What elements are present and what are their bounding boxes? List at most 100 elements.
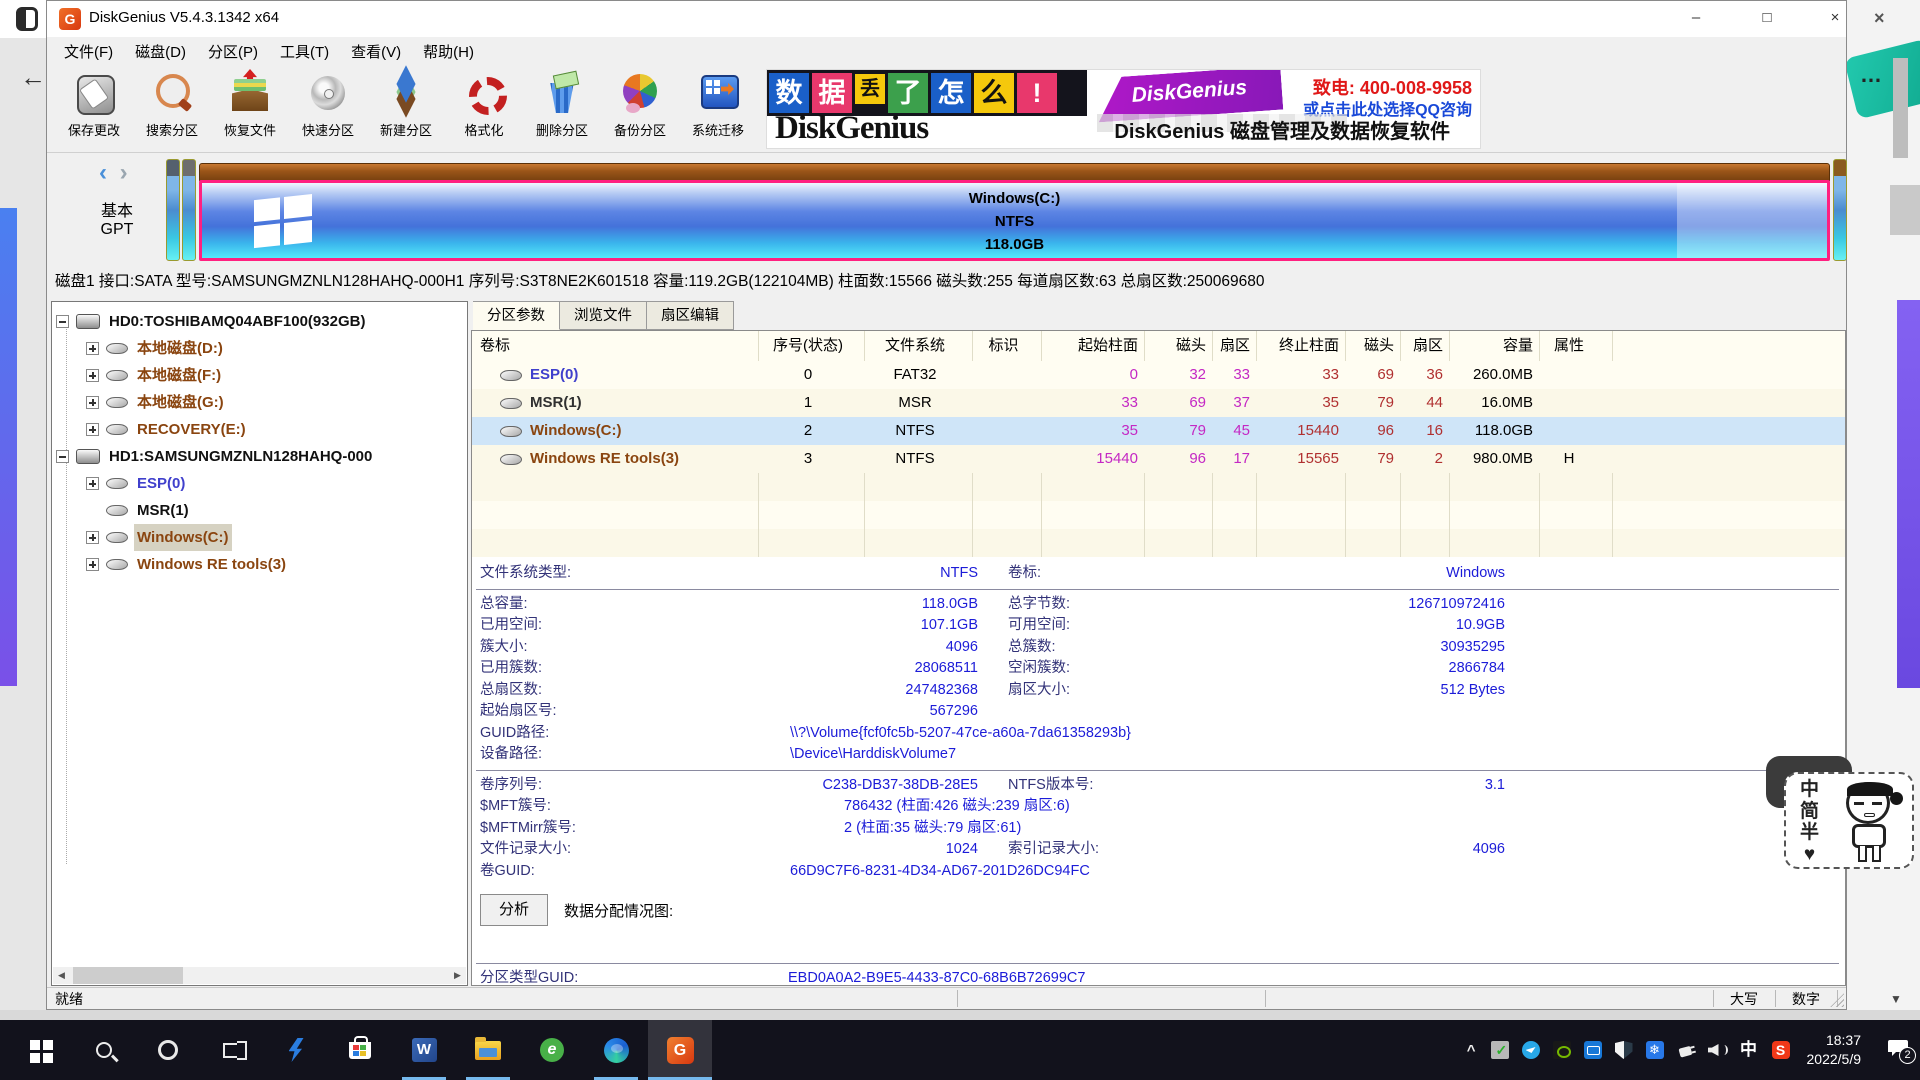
tab-browse-files[interactable]: 浏览文件 (560, 301, 647, 330)
tree-expander-icon[interactable] (86, 477, 99, 490)
tree-expander-icon[interactable] (86, 423, 99, 436)
hidden-icons-chevron[interactable]: ^ (1467, 1042, 1476, 1059)
tree-expander-icon[interactable] (86, 342, 99, 355)
delete-partition-button[interactable]: 删除分区 (523, 67, 601, 151)
system-migration-button[interactable]: 系统迁移 (679, 67, 757, 151)
menu-view[interactable]: 查看(V) (340, 39, 412, 64)
task-view-button[interactable] (200, 1020, 264, 1080)
backup-partition-button[interactable]: 备份分区 (601, 67, 679, 151)
col-capacity[interactable]: 容量 (1449, 331, 1533, 361)
background-ellipsis-icon[interactable]: … (1860, 62, 1882, 88)
ime-language-tray-icon[interactable]: 中 (1739, 1041, 1759, 1059)
col-start-cylinder[interactable]: 起始柱面 (1041, 331, 1138, 361)
taskbar-flash-app[interactable] (264, 1020, 328, 1080)
next-disk-icon[interactable]: › (120, 159, 128, 186)
maximize-button[interactable]: □ (1750, 5, 1784, 31)
partition-row-windows-re[interactable]: Windows RE tools(3) 3 NTFS 15440 96 17 1… (472, 445, 1845, 473)
partition-row-msr[interactable]: MSR(1) 1 MSR 33 69 37 35 79 44 (472, 389, 1845, 417)
tree-expander-icon[interactable] (56, 315, 69, 328)
tree-expander-icon[interactable] (86, 396, 99, 409)
col-end-cylinder[interactable]: 终止柱面 (1256, 331, 1339, 361)
back-arrow-icon[interactable]: ← (20, 62, 46, 93)
tree-item-hd0[interactable]: HD0:TOSHIBAMQ04ABF100(932GB) (52, 308, 467, 335)
esp-partition-strip[interactable] (166, 159, 180, 261)
taskbar-search-button[interactable] (72, 1020, 136, 1080)
menu-partition[interactable]: 分区(P) (197, 39, 269, 64)
green-browser-button[interactable] (520, 1020, 584, 1080)
disk-header-bar[interactable] (199, 163, 1830, 181)
update-ok-tray-icon[interactable] (1491, 1041, 1509, 1059)
action-center-icon[interactable]: 2 (1888, 1040, 1910, 1060)
tree-item-local-d[interactable]: 本地磁盘(D:) (52, 335, 467, 362)
background-dropdown-icon[interactable]: ▼ (1890, 992, 1902, 1006)
windows-re-partition-strip[interactable] (1833, 159, 1847, 261)
new-partition-button[interactable]: 新建分区 (367, 67, 445, 151)
tree-item-local-g[interactable]: 本地磁盘(G:) (52, 389, 467, 416)
tree-item-hd1[interactable]: HD1:SAMSUNGMZNLN128HAHQ-000 (52, 443, 467, 470)
resize-grip[interactable] (1830, 993, 1844, 1007)
titlebar[interactable]: G DiskGenius V5.4.3.1342 x64 – □ × (47, 1, 1846, 37)
search-partition-button[interactable]: 搜索分区 (133, 67, 211, 151)
tab-partition-params[interactable]: 分区参数 (473, 301, 560, 330)
col-end-head[interactable]: 磁头 (1345, 331, 1394, 361)
col-start-sector[interactable]: 扇区 (1212, 331, 1250, 361)
col-identifier[interactable]: 标识 (972, 331, 1035, 361)
quick-partition-button[interactable]: 快速分区 (289, 67, 367, 151)
menu-file[interactable]: 文件(F) (53, 39, 124, 64)
col-start-head[interactable]: 磁头 (1144, 331, 1206, 361)
col-volume-label[interactable]: 卷标 (480, 331, 510, 361)
tree-item-recovery-e[interactable]: RECOVERY(E:) (52, 416, 467, 443)
prev-disk-icon[interactable]: ‹ (99, 159, 107, 186)
defender-tray-icon[interactable] (1615, 1041, 1633, 1059)
nvidia-tray-icon[interactable] (1553, 1041, 1571, 1059)
volume-tray-icon[interactable] (1708, 1041, 1726, 1059)
tree-expander-icon[interactable] (86, 531, 99, 544)
snowflake-tray-icon[interactable] (1646, 1041, 1664, 1059)
disk-nav-arrows[interactable]: ‹ › (99, 159, 128, 187)
save-changes-button[interactable]: 保存更改 (55, 67, 133, 151)
ad-banner[interactable]: 数 据 丢 了 怎 么 ! DiskGenius DiskGenius (766, 69, 1481, 149)
recover-files-button[interactable]: 恢复文件 (211, 67, 289, 151)
scroll-right-icon[interactable]: ▶ (449, 967, 466, 984)
col-end-sector[interactable]: 扇区 (1400, 331, 1443, 361)
diskgenius-taskbar-button[interactable] (648, 1020, 712, 1080)
intel-graphics-tray-icon[interactable] (1584, 1041, 1602, 1059)
tab-sector-edit[interactable]: 扇区编辑 (647, 301, 734, 330)
col-attributes[interactable]: 属性 (1539, 331, 1599, 361)
menu-disk[interactable]: 磁盘(D) (124, 39, 197, 64)
sogou-tray-icon[interactable] (1772, 1041, 1790, 1059)
tree-expander-icon[interactable] (86, 558, 99, 571)
file-explorer-button[interactable] (456, 1020, 520, 1080)
scroll-left-icon[interactable]: ◀ (53, 967, 70, 984)
tree-expander-icon[interactable] (56, 450, 69, 463)
windows-c-partition-box[interactable]: Windows(C:) NTFS 118.0GB (199, 180, 1830, 261)
bird-tray-icon[interactable] (1522, 1041, 1540, 1059)
tree-item-esp[interactable]: ESP(0) (52, 470, 467, 497)
menu-tools[interactable]: 工具(T) (269, 39, 340, 64)
word-button[interactable] (392, 1020, 456, 1080)
partition-row-windows-c[interactable]: Windows(C:) 2 NTFS 35 79 45 15440 96 (472, 417, 1845, 445)
tree-item-windows-c[interactable]: Windows(C:) (52, 524, 467, 551)
background-close-icon[interactable]: × (1874, 8, 1885, 29)
microsoft-store-button[interactable] (328, 1020, 392, 1080)
table-header-row[interactable]: 卷标 序号(状态) 文件系统 标识 起始柱面 磁头 扇区 终止柱面 磁头 扇区 … (472, 331, 1845, 361)
tree-item-local-f[interactable]: 本地磁盘(F:) (52, 362, 467, 389)
col-seq-status[interactable]: 序号(状态) (758, 331, 858, 361)
minimize-button[interactable]: – (1679, 5, 1713, 31)
partition-row-esp[interactable]: ESP(0) 0 FAT32 0 32 33 33 69 36 (472, 361, 1845, 389)
background-scrollbar[interactable] (1893, 58, 1908, 158)
tree-expander-icon[interactable] (86, 369, 99, 382)
start-button[interactable] (8, 1020, 72, 1080)
menu-help[interactable]: 帮助(H) (412, 39, 485, 64)
power-tray-icon[interactable] (1674, 1039, 1696, 1061)
scrollbar-thumb[interactable] (73, 967, 183, 984)
tree-horizontal-scrollbar[interactable]: ◀ ▶ (53, 967, 466, 984)
cortana-button[interactable] (136, 1020, 200, 1080)
tree-item-msr[interactable]: MSR(1) (52, 497, 467, 524)
msr-partition-strip[interactable] (182, 159, 196, 261)
edge-button[interactable] (584, 1020, 648, 1080)
format-button[interactable]: 格式化 (445, 67, 523, 151)
sogou-ime-panel[interactable]: 中 简 半 ♥ (1784, 772, 1914, 869)
col-filesystem[interactable]: 文件系统 (864, 331, 966, 361)
close-button[interactable]: × (1818, 5, 1852, 31)
